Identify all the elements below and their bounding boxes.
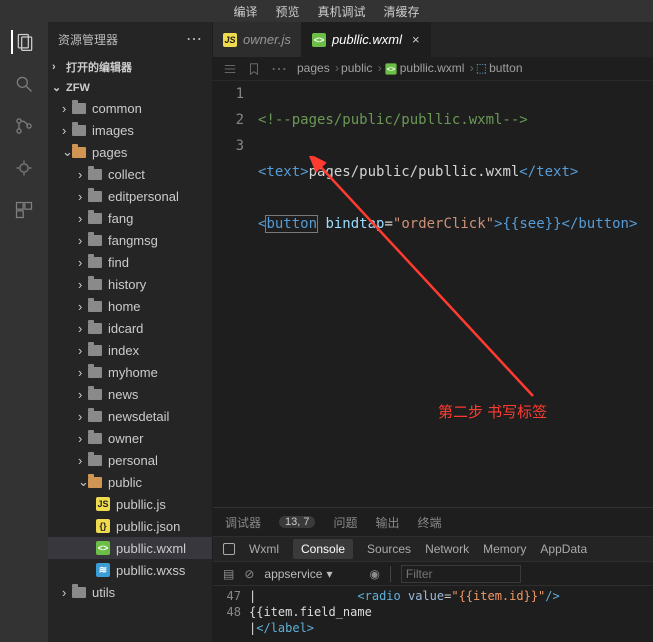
folder-fang[interactable]: ›fang xyxy=(48,207,212,229)
devtools-tabs: Wxml Console Sources Network Memory AppD… xyxy=(213,536,653,562)
tab-memory[interactable]: Memory xyxy=(483,542,526,556)
explorer-icon[interactable] xyxy=(11,30,35,54)
section-project[interactable]: ⌄ ZFW xyxy=(48,78,212,97)
sidebar: 资源管理器 › 打开的编辑器 ⌄ ZFW ›common›images⌄page… xyxy=(48,22,213,642)
folder-newsdetail[interactable]: ›newsdetail xyxy=(48,405,212,427)
tab-appdata[interactable]: AppData xyxy=(540,542,587,556)
source-control-icon[interactable] xyxy=(12,114,36,138)
folder-public[interactable]: ⌄public xyxy=(48,471,212,493)
folder-editpersonal[interactable]: ›editpersonal xyxy=(48,185,212,207)
sidebar-toggle-icon[interactable]: ▤ xyxy=(223,567,234,581)
folder-pages[interactable]: ⌄pages xyxy=(48,141,212,163)
search-icon[interactable] xyxy=(12,72,36,96)
chevron-down-icon: ⌄ xyxy=(52,81,62,94)
menu-preview[interactable]: 预览 xyxy=(275,3,299,20)
inspector-icon[interactable] xyxy=(223,543,235,555)
folder-common[interactable]: ›common xyxy=(48,97,212,119)
folder-owner[interactable]: ›owner xyxy=(48,427,212,449)
breadcrumbs[interactable]: pages ›public ›<>publlic.wxml ›⬚button xyxy=(297,61,523,76)
folder-images[interactable]: ›images xyxy=(48,119,212,141)
editor-header: pages ›public ›<>publlic.wxml ›⬚button xyxy=(213,57,653,81)
tab-terminal[interactable]: 终端 xyxy=(418,514,442,531)
tab-network[interactable]: Network xyxy=(425,542,469,556)
tab-publlic-wxml[interactable]: <>publlic.wxml× xyxy=(302,22,431,57)
console-toolbar: ▤ ⊘ appservice ▾ ◉ xyxy=(213,562,653,586)
tab-wxml[interactable]: Wxml xyxy=(249,542,279,556)
main: JSowner.js<>publlic.wxml× pages ›public … xyxy=(213,22,653,642)
line-number: 1 xyxy=(213,81,244,107)
annotation-text: 第二步 书写标签 xyxy=(438,401,547,422)
line-number: 3 xyxy=(213,133,244,159)
file-publlic-wxml[interactable]: <>publlic.wxml xyxy=(48,537,212,559)
filter-input[interactable] xyxy=(401,565,521,583)
more-icon[interactable] xyxy=(186,29,202,49)
folder-myhome[interactable]: ›myhome xyxy=(48,361,212,383)
chevron-down-icon: ▾ xyxy=(326,567,332,581)
section-open-editors[interactable]: › 打开的编辑器 xyxy=(48,56,212,78)
more-icon[interactable] xyxy=(271,59,287,79)
folder-news[interactable]: ›news xyxy=(48,383,212,405)
folder-home[interactable]: ›home xyxy=(48,295,212,317)
file-publlic-wxss[interactable]: ≋publlic.wxss xyxy=(48,559,212,581)
debug-icon[interactable] xyxy=(12,156,36,180)
folder-history[interactable]: ›history xyxy=(48,273,212,295)
menu-debug[interactable]: 真机调试 xyxy=(318,3,366,20)
file-publlic-json[interactable]: {}publlic.json xyxy=(48,515,212,537)
context-dropdown[interactable]: appservice ▾ xyxy=(264,567,359,581)
activity-bar xyxy=(0,22,48,642)
list-icon[interactable] xyxy=(223,62,237,76)
line-number: 2 xyxy=(213,107,244,133)
folder-utils[interactable]: ›utils xyxy=(48,581,212,603)
bookmark-icon[interactable] xyxy=(247,62,261,76)
top-menu: 编译 预览 真机调试 清缓存 xyxy=(0,0,653,22)
tab-debugger[interactable]: 调试器 xyxy=(225,514,261,531)
cursor-position-badge: 13, 7 xyxy=(279,516,315,528)
panel-tabs: 调试器 13, 7 问题 输出 终端 xyxy=(213,508,653,536)
console-output: 47 48 | <radio value="{{item.id}}"/>{{it… xyxy=(213,586,653,636)
folder-find[interactable]: ›find xyxy=(48,251,212,273)
tab-output[interactable]: 输出 xyxy=(376,514,400,531)
tab-sources[interactable]: Sources xyxy=(367,542,411,556)
tab-problems[interactable]: 问题 xyxy=(333,514,357,531)
folder-collect[interactable]: ›collect xyxy=(48,163,212,185)
menu-clear-cache[interactable]: 清缓存 xyxy=(384,3,420,20)
extensions-icon[interactable] xyxy=(12,198,36,222)
file-tree: ›common›images⌄pages›collect›editpersona… xyxy=(48,97,212,603)
folder-idcard[interactable]: ›idcard xyxy=(48,317,212,339)
menu-compile[interactable]: 编译 xyxy=(233,3,257,20)
tab-owner-js[interactable]: JSowner.js xyxy=(213,22,302,57)
sidebar-header: 资源管理器 xyxy=(48,22,212,56)
sidebar-title: 资源管理器 xyxy=(58,31,118,48)
tab-console[interactable]: Console xyxy=(293,539,353,559)
code-editor[interactable]: 1 2 3 <!--pages/public/publlic.wxml--> <… xyxy=(213,81,653,507)
editor-tabs: JSowner.js<>publlic.wxml× xyxy=(213,22,653,57)
folder-personal[interactable]: ›personal xyxy=(48,449,212,471)
clear-icon[interactable]: ⊘ xyxy=(244,567,254,581)
folder-fangmsg[interactable]: ›fangmsg xyxy=(48,229,212,251)
panel: 调试器 13, 7 问题 输出 终端 Wxml Console Sources … xyxy=(213,507,653,642)
folder-index[interactable]: ›index xyxy=(48,339,212,361)
file-publlic-js[interactable]: JSpubllic.js xyxy=(48,493,212,515)
close-icon[interactable]: × xyxy=(412,32,420,47)
chevron-right-icon: › xyxy=(52,61,62,73)
eye-icon[interactable]: ◉ xyxy=(369,567,379,581)
